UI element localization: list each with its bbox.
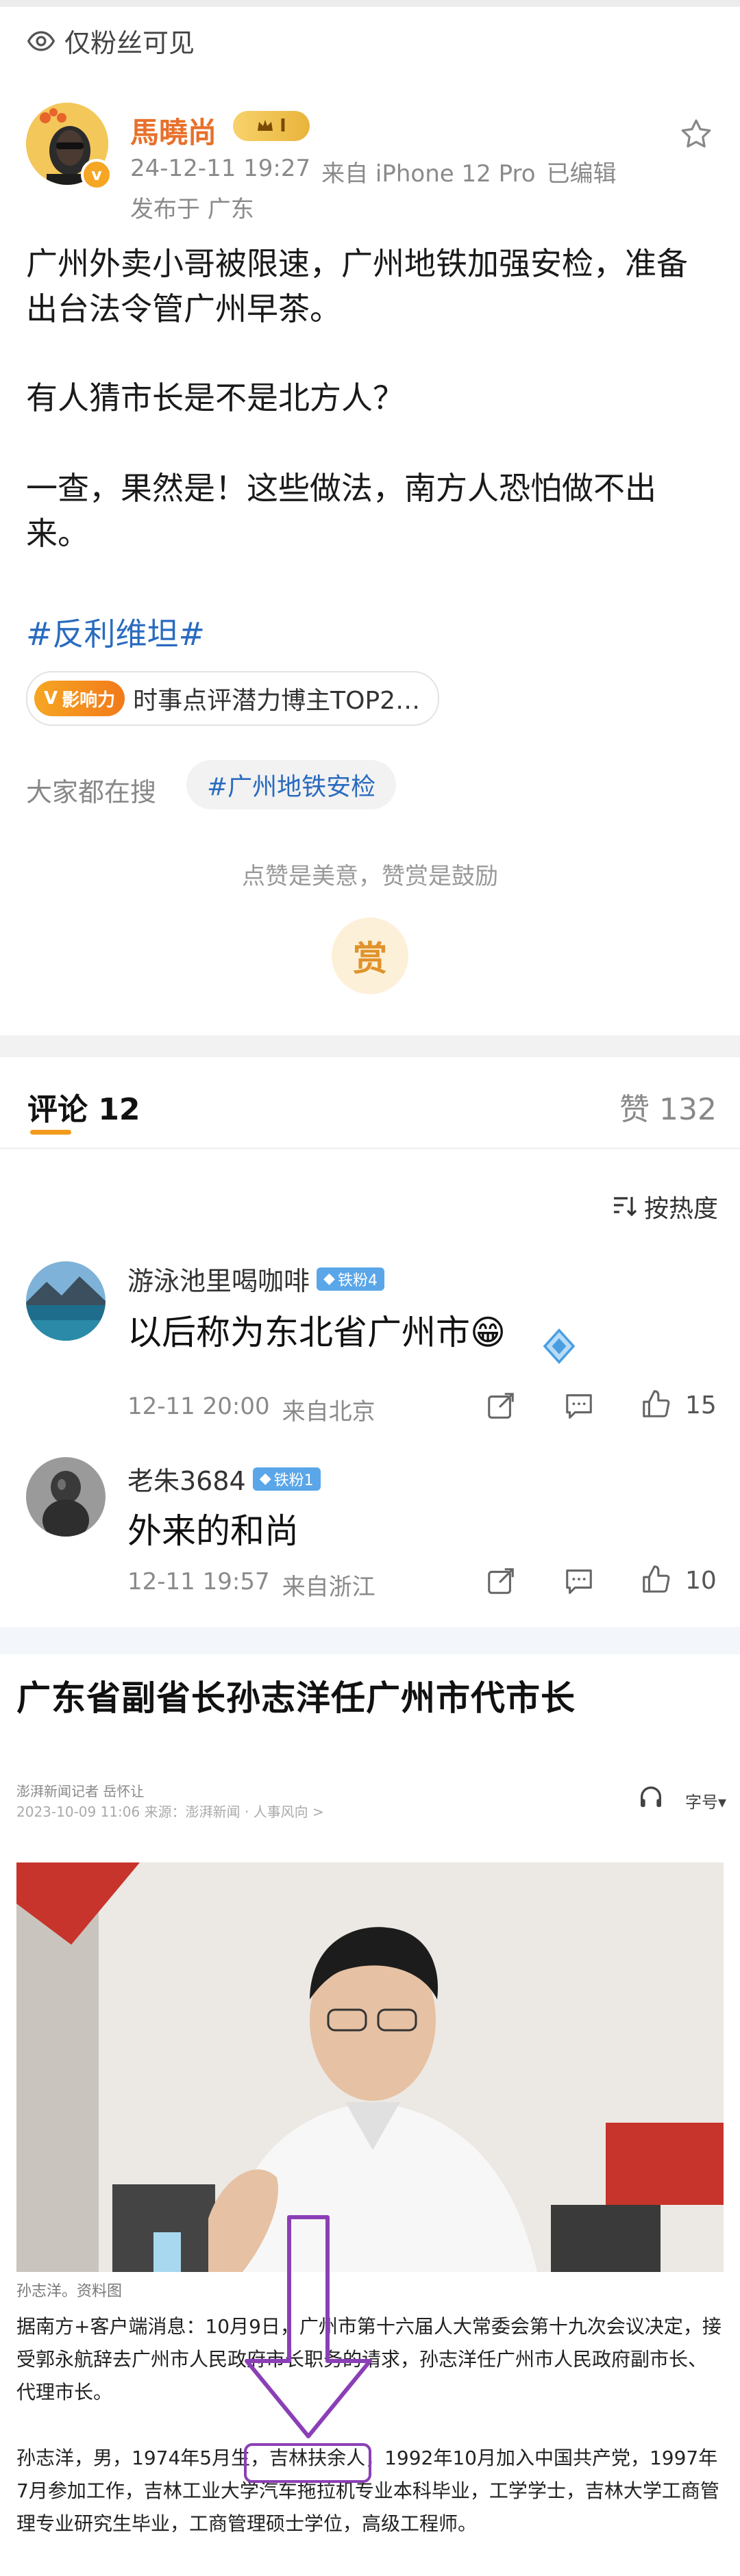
hashtag-link[interactable]: #反利维坦# — [26, 609, 205, 655]
post-meta: 24-12-11 19:27 来自 iPhone 12 Pro 已编辑 — [130, 155, 617, 188]
author-name[interactable]: 馬曉尚 — [130, 110, 217, 151]
news-date: 2023-10-09 11:06 来源：澎湃新闻 · 人事风向 > — [16, 1804, 324, 1820]
crown-icon — [258, 120, 273, 131]
comment-time: 12-11 20:00 — [127, 1393, 270, 1420]
comment-meta: 12-11 19:57 来自浙江 — [127, 1568, 375, 1602]
influence-rank-chip[interactable]: V 影响力 时事点评潜力博主TOP2… — [26, 671, 440, 726]
share-icon[interactable] — [485, 1565, 517, 1597]
post-edited: 已编辑 — [546, 160, 617, 188]
like-icon[interactable] — [640, 1389, 671, 1420]
headphone-icon[interactable] — [637, 1783, 665, 1810]
diamond-icon: ◆ — [323, 1270, 335, 1287]
commenter-name-text: 游泳池里喝咖啡 — [127, 1266, 310, 1296]
tab-likes[interactable]: 赞 132 — [619, 1085, 717, 1128]
visibility-text: 仅粉丝可见 — [64, 28, 195, 58]
commenter-avatar[interactable] — [26, 1457, 106, 1537]
photo-caption: 孙志洋。资料图 — [16, 2283, 123, 2300]
like-icon[interactable] — [640, 1564, 671, 1595]
influence-v-icon: V — [44, 688, 58, 709]
trending-search-label: 大家都在搜 — [26, 777, 157, 807]
reward-hint: 点赞是美意，赞赏是鼓励 — [242, 863, 498, 890]
avatar-image — [26, 1261, 106, 1341]
top-divider — [0, 0, 740, 7]
commenter-name-text: 老朱3684 — [127, 1466, 246, 1496]
influence-logo: V 影响力 — [34, 681, 125, 716]
share-icon[interactable] — [485, 1390, 517, 1422]
font-size-button[interactable]: 字号▾ — [685, 1789, 726, 1813]
commenter-avatar[interactable] — [26, 1261, 106, 1341]
post-paragraph: 广州外卖小哥被限速，广州地铁加强安检，准备出台法令管广州早茶。 — [26, 245, 688, 327]
post-location: 发布于 广东 — [130, 196, 254, 223]
comment-location: 来自浙江 — [282, 1574, 375, 1601]
like-count: 15 — [685, 1391, 717, 1419]
tab-comments[interactable]: 评论 12 — [27, 1085, 140, 1128]
fan-diamond-icon — [543, 1328, 576, 1364]
reward-button[interactable]: 赏 — [332, 918, 408, 994]
comment-location: 来自北京 — [282, 1398, 375, 1426]
commenter-name[interactable]: 老朱3684 ◆ 铁粉1 — [127, 1460, 321, 1498]
active-tab-indicator — [30, 1130, 71, 1135]
news-title: 广东省副省长孙志洋任广州市代市长 — [16, 1678, 576, 1718]
section-divider — [0, 1035, 740, 1057]
fan-badge: ◆ 铁粉1 — [252, 1467, 321, 1491]
news-byline: 澎湃新闻记者 岳怀让 — [16, 1783, 145, 1800]
highlight-box — [244, 2443, 371, 2483]
sort-label: 按热度 — [644, 1195, 719, 1223]
annotation-arrow-icon — [245, 2215, 372, 2438]
visibility-label: 仅粉丝可见 — [26, 22, 195, 60]
like-count: 10 — [685, 1567, 717, 1595]
vip-level: I — [280, 116, 286, 136]
comment-icon[interactable] — [563, 1390, 595, 1422]
vip-badge: I — [233, 111, 310, 141]
diamond-icon: ◆ — [259, 1470, 271, 1487]
post-source: 来自 iPhone 12 Pro — [321, 160, 536, 188]
tab-divider — [0, 1148, 740, 1149]
comment-text: 以后称为东北省广州市😁 — [127, 1313, 506, 1352]
fan-badge-text: 铁粉4 — [337, 1272, 378, 1289]
comment-icon[interactable] — [563, 1565, 595, 1597]
post-time: 24-12-11 19:27 — [130, 155, 311, 182]
eye-icon — [27, 31, 56, 51]
post-paragraph: 有人猜市长是不是北方人？ — [26, 379, 404, 416]
fan-badge: ◆ 铁粉4 — [317, 1267, 384, 1291]
trending-search-chip[interactable]: #广州地铁安检 — [186, 760, 397, 809]
post-paragraph: 一查，果然是！这些做法，南方人恐怕做不出来。 — [26, 470, 656, 552]
influence-logo-text: 影响力 — [62, 690, 116, 711]
influence-rank-text: 时事点评潜力博主TOP2… — [133, 687, 421, 715]
verified-badge-icon: v — [81, 159, 112, 190]
star-icon[interactable] — [678, 116, 714, 152]
comment-time: 12-11 19:57 — [127, 1568, 270, 1595]
sort-icon — [614, 1197, 637, 1217]
fan-badge-text: 铁粉1 — [273, 1472, 314, 1489]
screenshot-divider — [0, 1627, 740, 1654]
sort-by-hot-button[interactable]: 按热度 — [611, 1189, 718, 1224]
comment-text: 外来的和尚 — [127, 1511, 299, 1551]
avatar-image — [26, 1457, 106, 1537]
commenter-name[interactable]: 游泳池里喝咖啡 ◆ 铁粉4 — [127, 1260, 384, 1298]
comment-meta: 12-11 20:00 来自北京 — [127, 1393, 375, 1426]
